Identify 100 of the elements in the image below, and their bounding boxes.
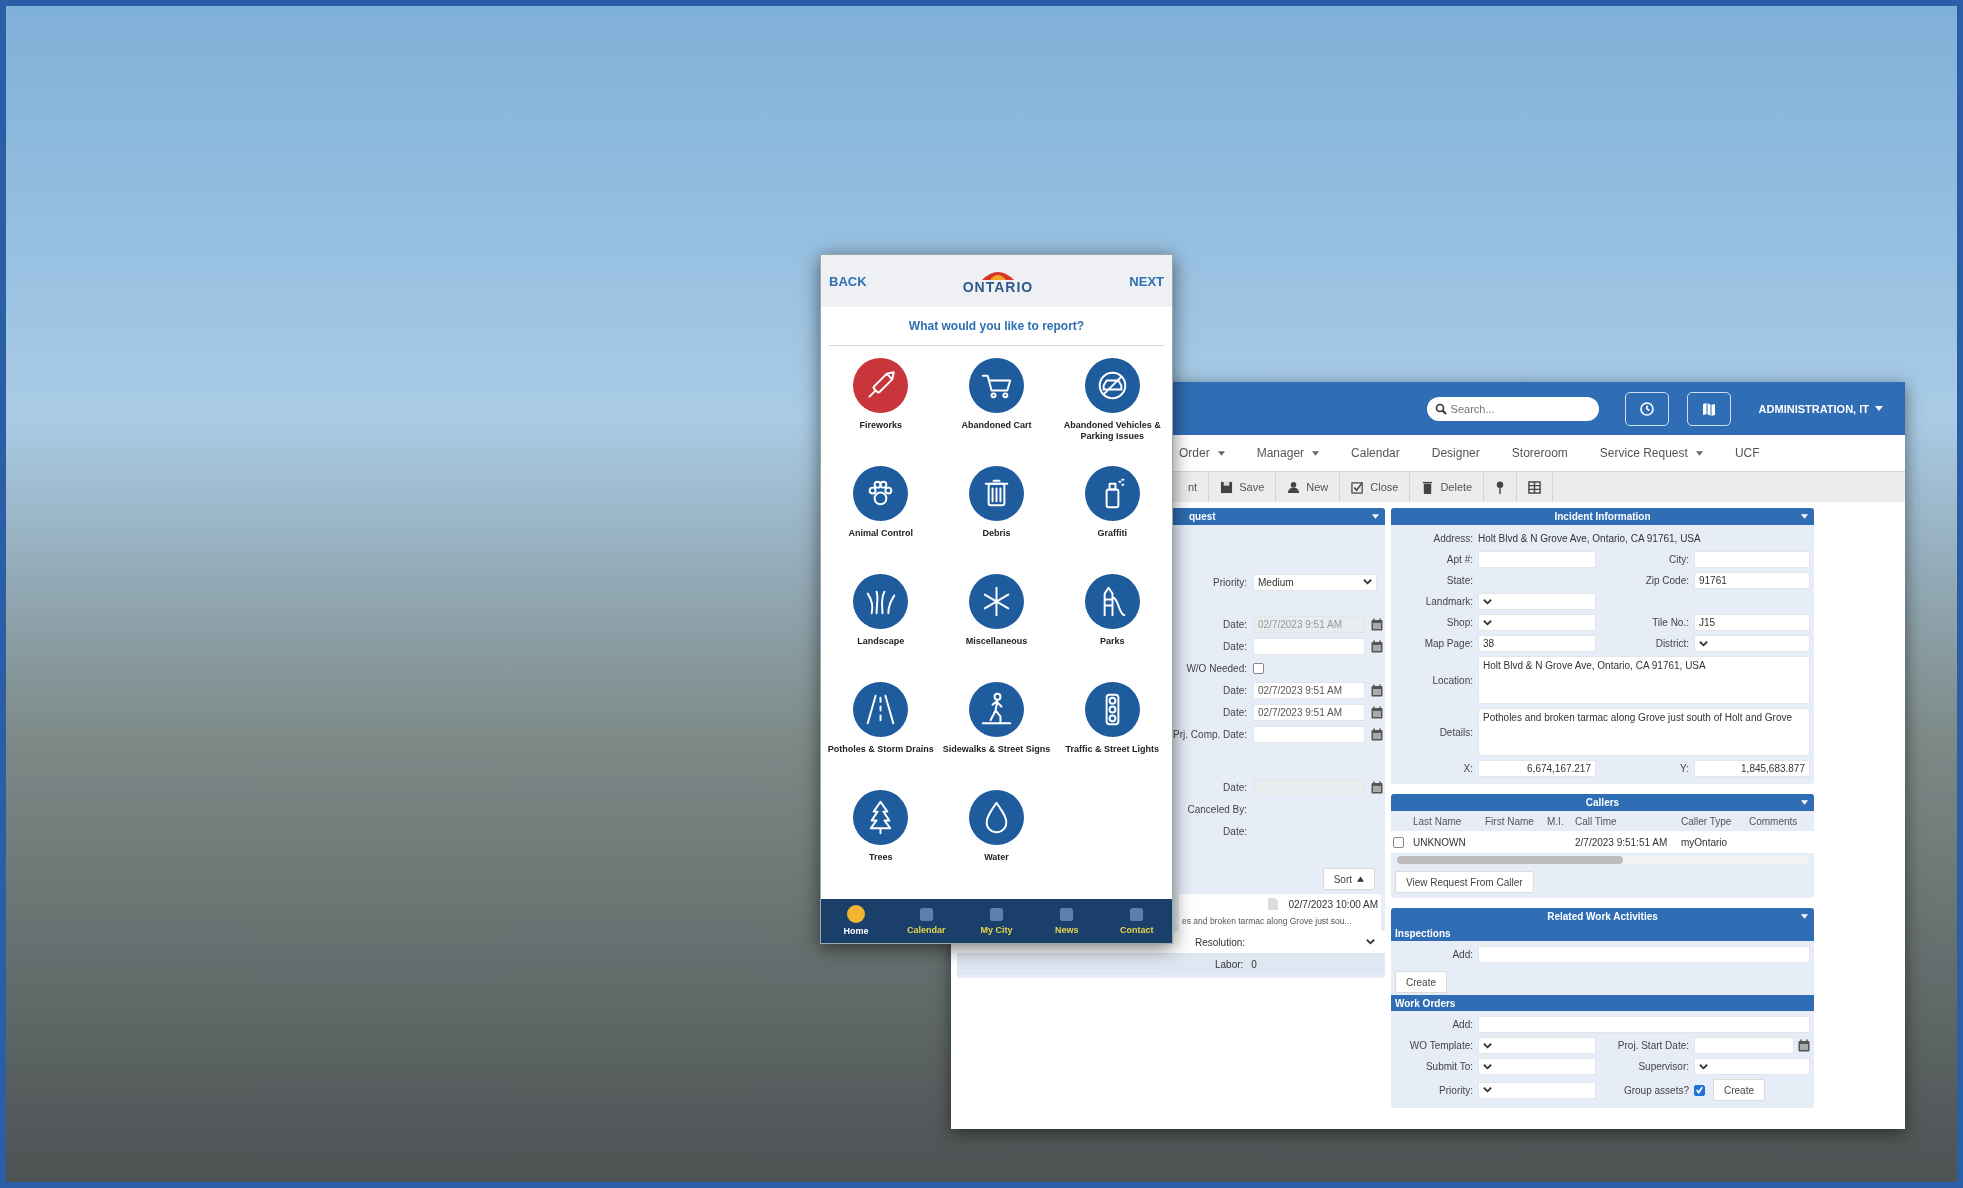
category-tile[interactable]: Fireworks xyxy=(823,358,939,466)
calendar-icon[interactable] xyxy=(1371,639,1383,653)
tab[interactable]: News xyxy=(1036,906,1097,936)
category-tile[interactable]: Water xyxy=(938,790,1055,898)
chevron-icon xyxy=(1699,1063,1708,1070)
chevron-icon[interactable] xyxy=(1366,939,1375,945)
search-field[interactable]: Search... xyxy=(1426,396,1599,421)
table-cell: 2/7/2023 9:51:51 AM xyxy=(1575,836,1668,848)
category-tile[interactable]: Landscape xyxy=(823,574,939,682)
menu-item[interactable]: UCF xyxy=(1734,446,1760,460)
input-field[interactable]: 91761 xyxy=(1694,572,1810,589)
field-label: Canceled By: xyxy=(1187,803,1247,815)
tab[interactable]: Calendar xyxy=(896,906,957,936)
square-icon xyxy=(1129,906,1145,922)
chevron-icon xyxy=(1483,598,1492,605)
category-tile[interactable]: Potholes & Storm Drains xyxy=(823,682,939,790)
field-label: Date: xyxy=(1223,706,1247,718)
input-field[interactable]: 1,845,683.877 xyxy=(1694,760,1810,777)
menu-item[interactable]: Calendar xyxy=(1351,446,1400,460)
user-menu[interactable]: ADMINISTRATION, IT xyxy=(1758,402,1883,415)
field-label: Date: xyxy=(1223,781,1247,793)
column-header[interactable]: Last Name xyxy=(1413,815,1483,827)
category-tile[interactable]: Sidewalks & Street Signs xyxy=(938,682,1055,790)
calendar-icon[interactable] xyxy=(1371,705,1383,719)
category-tile[interactable]: Debris xyxy=(938,466,1055,574)
caret-icon[interactable] xyxy=(1372,514,1379,519)
document-icon xyxy=(1268,898,1279,910)
input-field[interactable] xyxy=(1694,551,1810,568)
category-tile[interactable]: Abandoned Cart xyxy=(938,358,1055,466)
menu-item[interactable]: Designer xyxy=(1431,446,1480,460)
text-area[interactable]: Potholes and broken tarmac along Grove just south of Holt and Grove xyxy=(1478,708,1810,756)
menu-item[interactable]: Service Request xyxy=(1599,446,1703,460)
category-tile[interactable]: Miscellaneous xyxy=(938,574,1055,682)
toolbar-button[interactable]: Delete xyxy=(1410,472,1485,502)
history-icon xyxy=(1638,400,1655,417)
section-title: Work Orders xyxy=(1395,997,1456,1009)
panel-title: quest xyxy=(1189,511,1216,522)
category-tile[interactable]: Trees xyxy=(823,790,939,898)
field-label: Prj. Comp. Date: xyxy=(1173,728,1247,740)
tab[interactable]: Home xyxy=(826,905,887,937)
field-label: Date: xyxy=(1223,684,1247,696)
column-header[interactable]: Comments xyxy=(1749,815,1812,827)
menu-item[interactable]: Order xyxy=(1179,446,1225,460)
input-field[interactable] xyxy=(1478,1016,1810,1033)
input-field[interactable] xyxy=(1478,551,1596,568)
date-field[interactable] xyxy=(1253,637,1365,655)
field-label: W/O Needed: xyxy=(1186,662,1247,674)
caret-icon[interactable] xyxy=(1801,514,1808,519)
input-field[interactable]: J15 xyxy=(1694,614,1810,631)
category-tile[interactable]: Parks xyxy=(1054,574,1170,682)
toolbar-button[interactable]: New xyxy=(1276,472,1341,502)
calendar-icon[interactable] xyxy=(1371,727,1383,741)
create-button[interactable]: Create xyxy=(1713,1079,1765,1101)
category-tile[interactable]: Animal Control xyxy=(823,466,939,574)
person-icon xyxy=(1287,480,1301,494)
input-field[interactable]: 38 xyxy=(1478,635,1596,652)
view-request-button[interactable]: View Request From Caller xyxy=(1395,871,1534,893)
history-button[interactable] xyxy=(1624,391,1669,426)
caret-icon[interactable] xyxy=(1801,914,1808,919)
field-label: Priority: xyxy=(1439,1084,1473,1096)
create-button[interactable]: Create xyxy=(1395,971,1447,993)
toolbar-button[interactable]: nt xyxy=(1177,472,1210,502)
menu-item[interactable]: Storeroom xyxy=(1511,446,1568,460)
column-header[interactable]: M.I. xyxy=(1547,815,1573,827)
menu-item[interactable]: Manager xyxy=(1256,446,1320,460)
input-field[interactable]: 6,674,167.217 xyxy=(1478,760,1596,777)
category-tile[interactable]: Graffiti xyxy=(1054,466,1170,574)
map-button[interactable] xyxy=(1686,391,1731,426)
checkbox[interactable] xyxy=(1694,1084,1705,1096)
column-header[interactable]: Call Time xyxy=(1575,815,1679,827)
column-header[interactable]: Caller Type xyxy=(1681,815,1747,827)
category-tile[interactable]: Traffic & Street Lights xyxy=(1054,682,1170,790)
checkbox[interactable] xyxy=(1253,662,1264,674)
tab[interactable]: My City xyxy=(966,906,1027,936)
back-button[interactable]: BACK xyxy=(829,273,867,289)
scroll-bar[interactable] xyxy=(1397,856,1808,864)
category-tile[interactable]: Abandoned Vehicles & Parking Issues xyxy=(1054,358,1170,466)
toolbar-button[interactable]: Close xyxy=(1340,472,1411,502)
caret-icon[interactable] xyxy=(1801,800,1808,805)
date-field[interactable]: 02/7/2023 9:51 AM xyxy=(1253,703,1365,721)
field-label: WO Template: xyxy=(1409,1040,1473,1051)
date-field[interactable] xyxy=(1253,725,1365,743)
dropdown[interactable]: Medium xyxy=(1253,573,1377,591)
calendar-icon[interactable] xyxy=(1798,1039,1810,1052)
tab[interactable]: Contact xyxy=(1106,906,1167,936)
sort-button[interactable]: Sort xyxy=(1322,868,1375,890)
toolbar-button[interactable]: Save xyxy=(1209,472,1277,502)
input-field[interactable] xyxy=(1478,946,1810,963)
search-icon xyxy=(1434,402,1447,415)
column-header[interactable]: First Name xyxy=(1485,815,1545,827)
chevron-icon xyxy=(1483,1042,1492,1049)
checkbox[interactable] xyxy=(1393,836,1404,848)
date-field[interactable]: 02/7/2023 9:51 AM xyxy=(1253,681,1365,699)
text-area[interactable]: Holt Blvd & N Grove Ave, Ontario, CA 91761, USA xyxy=(1478,656,1810,704)
note-date: 02/7/2023 10:00 AM xyxy=(1288,898,1378,910)
date-field[interactable] xyxy=(1694,1037,1794,1054)
calendar-icon[interactable] xyxy=(1371,683,1383,697)
next-button[interactable]: NEXT xyxy=(1129,273,1164,289)
calendar-icon[interactable] xyxy=(1371,780,1383,794)
calendar-icon[interactable] xyxy=(1371,617,1383,631)
